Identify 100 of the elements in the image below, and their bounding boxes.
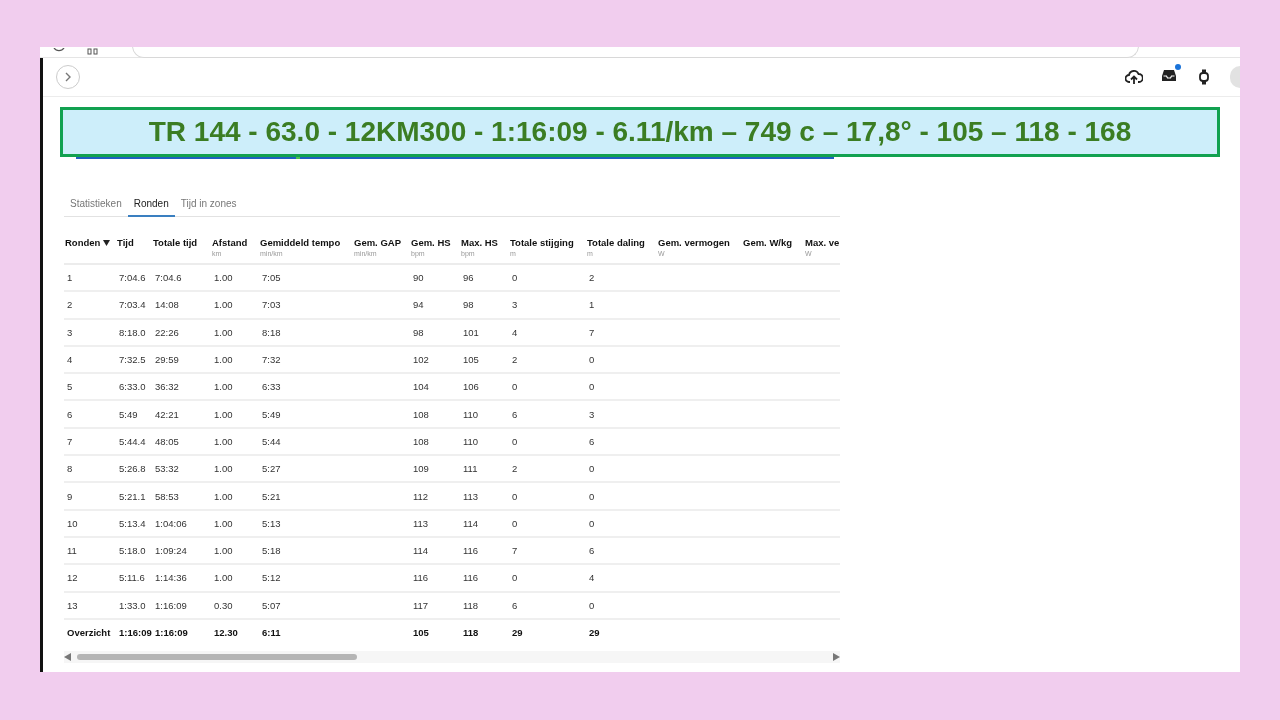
table-cell-text: 5:18: [261, 545, 282, 557]
table-cell-text: 0: [511, 517, 519, 529]
table-cell-text: 5:26.8: [118, 463, 147, 475]
table-cell-text: 7: [511, 545, 519, 557]
table-cell-text: 13: [66, 599, 79, 611]
table-cell-text: 4: [588, 572, 596, 584]
table-cell-text: 109: [412, 463, 430, 475]
table-cell-text: 7: [66, 435, 74, 447]
table-cell-text: 0: [511, 381, 519, 393]
table-cell-text: 1.00: [213, 381, 234, 393]
table-cell-text: 5: [66, 381, 74, 393]
table-cell-text: 29:59: [154, 354, 180, 366]
table-cell-text: 5:44.4: [118, 435, 147, 447]
table-cell-text: 36:32: [154, 381, 180, 393]
summary-cell-text: 118: [462, 627, 480, 638]
title-banner: TR 144 - 63.0 - 12KM300 - 1:16:09 - 6.11/km – 749 c – 17,8° - 105 – 118 - 168: [60, 107, 1220, 157]
table-cell-text: 1.00: [213, 435, 234, 447]
table-cell-text: 5:21: [261, 490, 282, 502]
column-header: Gemiddeld tempo: [260, 237, 341, 248]
table-cell-text: 0: [588, 517, 596, 529]
table-cell-text: 8:18: [261, 326, 282, 338]
table-cell-text: 5:44: [261, 435, 282, 447]
table-cell-text: 8: [66, 463, 74, 475]
summary-cell-text: 1:16:09: [154, 627, 189, 638]
scroll-right-icon[interactable]: [833, 653, 840, 662]
table-cell-text: 5:07: [261, 599, 282, 611]
table-cell-text: 2: [66, 299, 74, 311]
table-cell-text: 110: [462, 435, 480, 447]
table-cell-text: 7:32.5: [118, 354, 147, 366]
table-cell-text: 7:03: [261, 299, 282, 311]
column-header: Max. ve: [805, 237, 840, 248]
table-cell-text: 102: [412, 354, 430, 366]
column-header: Totale tijd: [153, 237, 198, 248]
table-cell-text: 1.00: [213, 354, 234, 366]
table-cell-text: 5:13: [261, 517, 282, 529]
table-cell-text: 8:18.0: [118, 326, 147, 338]
tab[interactable]: Tijd in zones: [174, 192, 243, 217]
table-cell-text: 6: [66, 408, 74, 420]
table-cell-text: 3: [511, 299, 519, 311]
table-cell-text: 4: [66, 354, 74, 366]
table-cell-text: 112: [412, 490, 430, 502]
tab[interactable]: Ronden: [127, 192, 175, 217]
table-cell-text: 110: [462, 408, 480, 420]
table-cell-text: 2: [588, 272, 596, 284]
table-cell-text: 6:33.0: [118, 381, 147, 393]
table-cell-text: 106: [462, 381, 480, 393]
table-cell-text: 3: [588, 408, 596, 420]
table-cell-text: 1.00: [213, 490, 234, 502]
table-cell-text: 9: [66, 490, 74, 502]
table-cell-text: 14:08: [154, 299, 180, 311]
scroll-left-icon[interactable]: [64, 653, 71, 662]
table-cell-text: 1.00: [213, 299, 234, 311]
table-cell-text: 1:09:24: [154, 545, 188, 557]
summary-cell-text: Overzicht: [66, 627, 112, 638]
column-header: Totale daling: [587, 237, 645, 248]
table-cell-text: 5:21.1: [118, 490, 147, 502]
horizontal-scrollbar[interactable]: [64, 651, 840, 664]
column-header[interactable]: Ronden: [65, 237, 101, 248]
table-cell-text: 1.00: [213, 272, 234, 284]
table-cell-text: 98: [462, 299, 475, 311]
table-cell-text: 22:26: [154, 326, 180, 338]
table-cell-text: 5:49: [261, 408, 282, 420]
summary-cell-text: 1:16:09: [118, 627, 152, 638]
table-cell-text: 4: [511, 326, 519, 338]
table-cell-text: 1:14:36: [154, 572, 188, 584]
table-cell-text: 1:04:06: [154, 517, 188, 529]
table-cell-text: 0: [511, 572, 519, 584]
table-cell-text: 11: [66, 545, 78, 557]
table-cell-text: 1: [588, 299, 596, 311]
table-cell-text: 5:13.4: [118, 517, 147, 529]
table-cell-text: 3: [66, 326, 74, 338]
table-cell-text: 6: [511, 408, 519, 420]
table-cell-text: 5:49: [118, 408, 139, 420]
table-cell-text: 5:27: [261, 463, 282, 475]
column-header: Tijd: [117, 237, 134, 248]
column-header: Gem. GAP: [354, 237, 401, 248]
table-cell-text: 1: [66, 272, 74, 284]
table-cell-text: 0: [588, 354, 596, 366]
table-cell-text: 12: [66, 572, 79, 584]
table-cell-text: 6:33: [261, 381, 282, 393]
table-cell-text: 113: [462, 490, 480, 502]
table-cell-text: 53:32: [154, 463, 180, 475]
table-cell-text: 104: [412, 381, 430, 393]
table-cell-text: 0: [511, 490, 519, 502]
table-cell-text: 5:11.6: [118, 572, 146, 584]
chevron-icon: [64, 72, 72, 82]
table-cell-text: 1.00: [213, 572, 234, 584]
column-header: Gem. W/kg: [743, 237, 793, 248]
table-cell-text: 6: [588, 545, 596, 557]
grid-icon[interactable]: [86, 48, 100, 57]
tab[interactable]: Statistieken: [64, 192, 128, 217]
summary-cell-text: 105: [412, 627, 430, 638]
table-cell-text: 116: [462, 545, 480, 557]
summary-cell-text: 6:11: [261, 627, 282, 638]
table-cell-text: 116: [412, 572, 430, 584]
table-cell-text: 10: [66, 517, 79, 529]
sort-caret-icon[interactable]: [103, 239, 111, 246]
table-cell-text: 105: [462, 354, 480, 366]
upload-icon[interactable]: [1125, 68, 1143, 86]
table-cell-text: 96: [462, 272, 475, 284]
